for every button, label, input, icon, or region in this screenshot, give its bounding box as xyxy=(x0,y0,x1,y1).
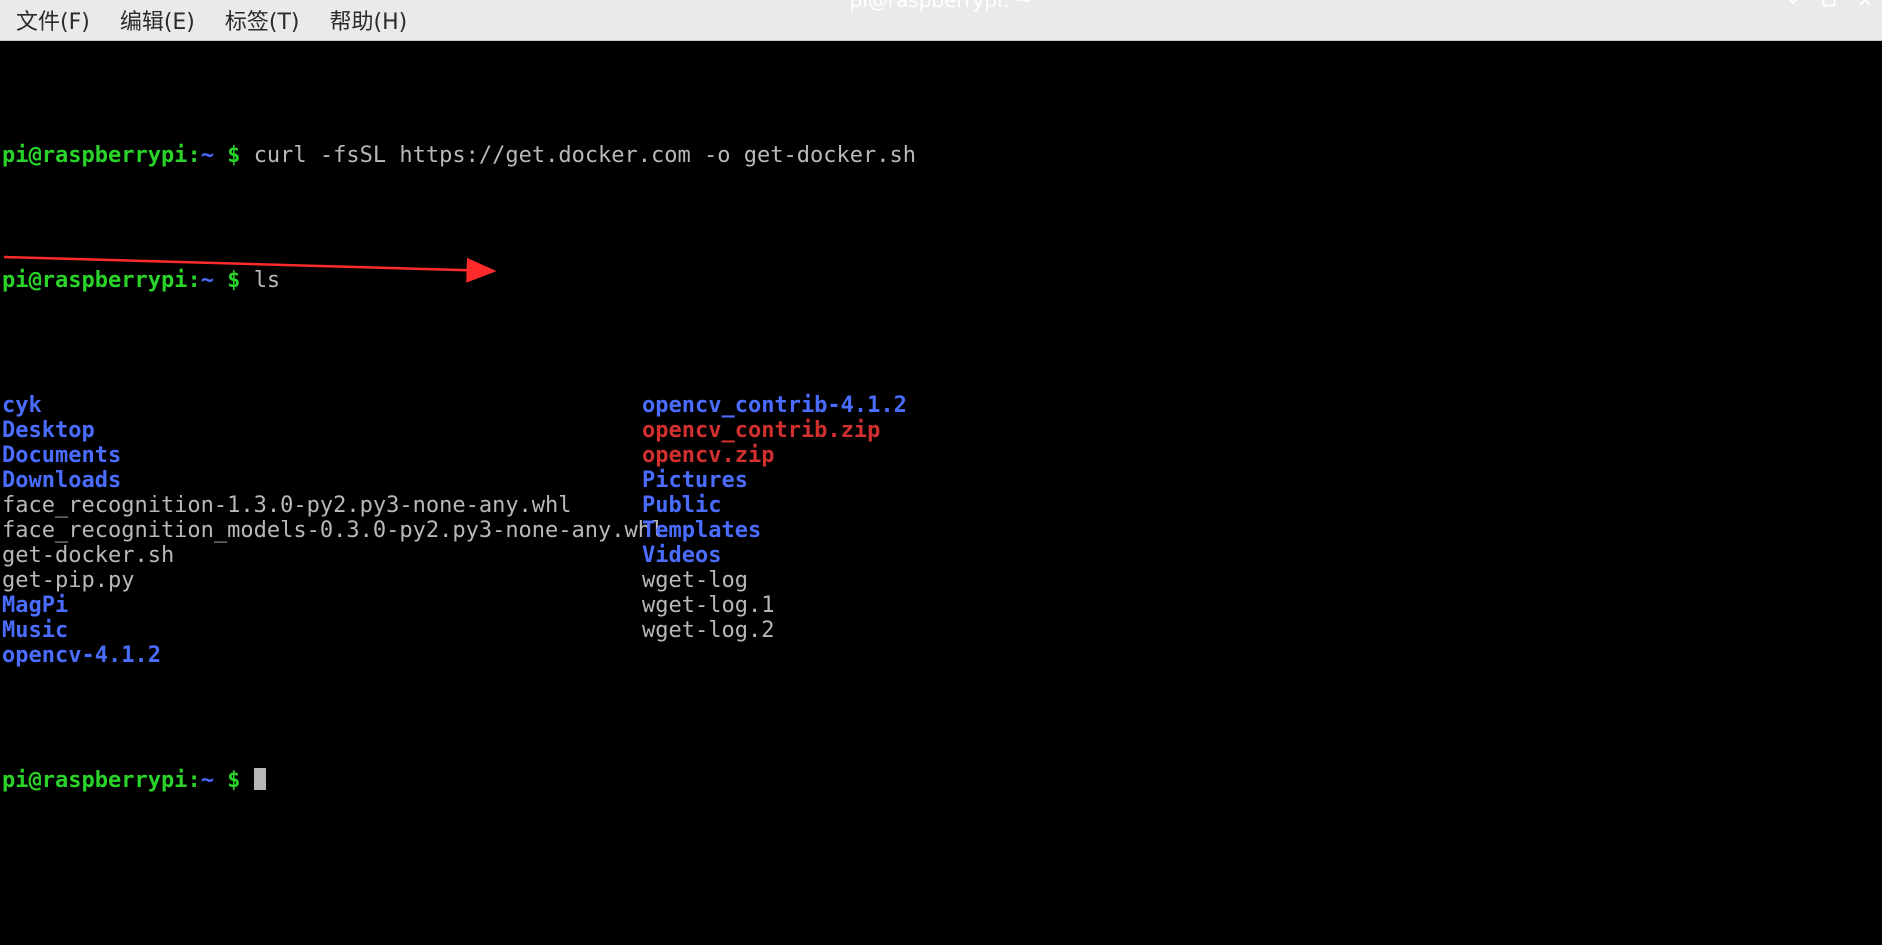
prompt-dollar: $ xyxy=(214,768,254,793)
ls-entry: wget-log xyxy=(642,568,748,593)
ls-entry: Templates xyxy=(642,518,761,543)
ls-entry: Public xyxy=(642,493,721,518)
prompt-user: pi@raspberrypi xyxy=(2,768,187,793)
chevron-down-icon xyxy=(1785,0,1801,8)
ls-entry: MagPi xyxy=(2,593,642,618)
window-controls xyxy=(1782,0,1876,11)
menu-help[interactable]: 帮助(H) xyxy=(324,0,414,40)
ls-entry: wget-log.1 xyxy=(642,593,774,618)
ls-entry: face_recognition_models-0.3.0-py2.py3-no… xyxy=(2,518,642,543)
menu-edit[interactable]: 编辑(E) xyxy=(114,0,201,40)
terminal-line: pi@raspberrypi:~ $ ls xyxy=(2,268,1880,293)
minimize-button[interactable] xyxy=(1782,0,1804,11)
prompt-cwd: ~ xyxy=(201,268,214,293)
ls-row: MagPiwget-log.1 xyxy=(2,593,1880,618)
terminal-viewport[interactable]: pi@raspberrypi:~ $ curl -fsSL https://ge… xyxy=(0,41,1882,945)
close-icon xyxy=(1858,0,1872,7)
ls-row: Musicwget-log.2 xyxy=(2,618,1880,643)
ls-entry: Music xyxy=(2,618,642,643)
ls-row: get-pip.pywget-log xyxy=(2,568,1880,593)
close-button[interactable] xyxy=(1854,0,1876,11)
prompt-user: pi@raspberrypi xyxy=(2,143,187,168)
ls-row: face_recognition_models-0.3.0-py2.py3-no… xyxy=(2,518,1880,543)
prompt-colon: : xyxy=(187,768,200,793)
prompt-dollar: $ xyxy=(214,143,254,168)
maximize-button[interactable] xyxy=(1818,0,1840,11)
ls-entry: Pictures xyxy=(642,468,748,493)
prompt-colon: : xyxy=(187,268,200,293)
ls-entry: face_recognition-1.3.0-py2.py3-none-any.… xyxy=(2,493,642,518)
ls-row: opencv-4.1.2 xyxy=(2,643,1880,668)
ls-row: cykopencv_contrib-4.1.2 xyxy=(2,393,1880,418)
ls-entry: Downloads xyxy=(2,468,642,493)
prompt-cwd: ~ xyxy=(201,768,214,793)
ls-row: face_recognition-1.3.0-py2.py3-none-any.… xyxy=(2,493,1880,518)
menu-tabs[interactable]: 标签(T) xyxy=(219,0,306,40)
prompt-user: pi@raspberrypi xyxy=(2,268,187,293)
ls-entry: opencv_contrib.zip xyxy=(642,418,880,443)
prompt-dollar: $ xyxy=(214,268,254,293)
ls-entry: opencv.zip xyxy=(642,443,774,468)
menu-file[interactable]: 文件(F) xyxy=(10,0,96,40)
ls-entry: Documents xyxy=(2,443,642,468)
ls-entry: Desktop xyxy=(2,418,642,443)
command-text: ls xyxy=(254,268,281,293)
ls-row: DownloadsPictures xyxy=(2,468,1880,493)
ls-entry: opencv-4.1.2 xyxy=(2,643,642,668)
command-text: curl -fsSL https://get.docker.com -o get… xyxy=(254,143,916,168)
ls-entry: Videos xyxy=(642,543,721,568)
ls-row: Documentsopencv.zip xyxy=(2,443,1880,468)
terminal-window: pi@raspberrypi: ~ 文件(F) 编辑(E) 标签(T) xyxy=(0,0,1882,655)
prompt-cwd: ~ xyxy=(201,143,214,168)
terminal-line: pi@raspberrypi:~ $ curl -fsSL https://ge… xyxy=(2,143,1880,168)
prompt-colon: : xyxy=(187,143,200,168)
ls-entry: wget-log.2 xyxy=(642,618,774,643)
ls-entry: get-pip.py xyxy=(2,568,642,593)
maximize-icon xyxy=(1822,0,1836,7)
terminal-line: pi@raspberrypi:~ $ xyxy=(2,768,1880,793)
ls-output: cykopencv_contrib-4.1.2Desktopopencv_con… xyxy=(2,393,1880,668)
ls-row: Desktopopencv_contrib.zip xyxy=(2,418,1880,443)
ls-entry: cyk xyxy=(2,393,642,418)
ls-entry: opencv_contrib-4.1.2 xyxy=(642,393,907,418)
cursor-block xyxy=(254,768,266,790)
ls-entry: get-docker.sh xyxy=(2,543,642,568)
window-title: pi@raspberrypi: ~ xyxy=(850,0,1033,12)
ls-row: get-docker.shVideos xyxy=(2,543,1880,568)
